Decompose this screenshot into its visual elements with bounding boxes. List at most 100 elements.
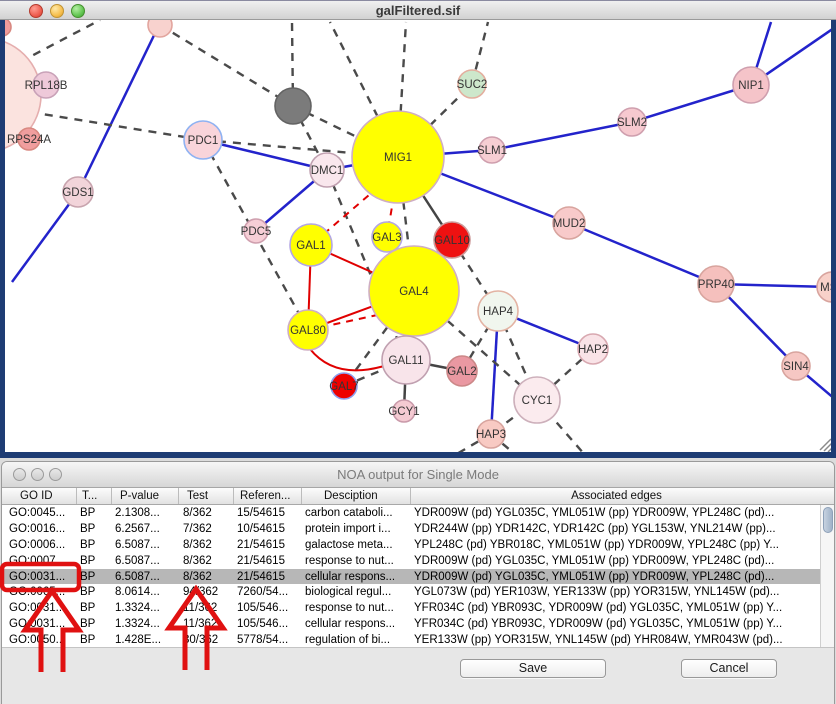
cell-description: response to nut...: [302, 602, 411, 614]
node-label: MSL: [820, 282, 831, 294]
cell-reference: 105/546...: [234, 602, 302, 614]
cell-go_id: GO:0065...: [2, 586, 77, 598]
node-label: PDC1: [188, 135, 219, 147]
graph-node[interactable]: [5, 20, 11, 36]
table-row[interactable]: GO:0007...BP6.5087...8/36221/54615respon…: [2, 553, 834, 569]
table-row[interactable]: GO:0065...BP8.0614...94/3627260/54...bio…: [2, 584, 834, 600]
node-label: GAL10: [434, 235, 470, 247]
cell-type: BP: [77, 571, 112, 583]
cell-p_value: 6.2567...: [112, 523, 179, 535]
cell-description: cellular respons...: [302, 618, 411, 630]
cell-edges: YDR244W (pp) YDR142C, YDR142C (pp) YGL15…: [411, 523, 822, 535]
cell-p_value: 6.5087...: [112, 571, 179, 583]
cell-p_value: 6.5087...: [112, 539, 179, 551]
graph-window: galFiltered.sif RPL18B RPS24A GDS1 PDC1 PDC5…: [0, 0, 836, 458]
cell-reference: 21/54615: [234, 555, 302, 567]
table-rows: GO:0045...BP2.1308...8/36215/54615carbon…: [2, 505, 834, 648]
cell-test: 7/362: [179, 523, 234, 535]
column-header-desciption[interactable]: Desciption: [302, 488, 411, 504]
table-row[interactable]: GO:0031...BP1.3324...11/362105/546...res…: [2, 600, 834, 616]
graph-window-titlebar[interactable]: galFiltered.sif: [0, 0, 836, 20]
cell-p_value: 6.5087...: [112, 555, 179, 567]
node-label: CYC1: [522, 395, 553, 407]
table-row-selected[interactable]: GO:0031...BP6.5087...8/36221/54615cellul…: [2, 569, 834, 585]
graph-edge: [310, 349, 384, 370]
network-canvas[interactable]: RPL18BRPS24AGDS1PDC1PDC5MIG1SUC2SLM1DMC1…: [0, 20, 836, 458]
cancel-button[interactable]: Cancel: [681, 659, 777, 678]
cell-edges: YDR009W (pd) YGL035C, YML051W (pp) YDR00…: [411, 507, 822, 519]
cell-type: BP: [77, 618, 112, 630]
graph-node[interactable]: [275, 88, 311, 124]
cell-description: protein import i...: [302, 523, 411, 535]
cell-test: 8/362: [179, 555, 234, 567]
node-label: GDS1: [62, 187, 93, 199]
cell-reference: 5778/54...: [234, 634, 302, 646]
table-row[interactable]: GO:0006...BP6.5087...8/36221/54615galact…: [2, 537, 834, 553]
column-header-referen[interactable]: Referen...: [234, 488, 302, 504]
node-label: RPL18B: [25, 80, 68, 92]
node-label: HAP4: [483, 306, 514, 318]
cell-go_id: GO:0045...: [2, 507, 77, 519]
vertical-scrollbar[interactable]: [820, 505, 834, 647]
cell-test: 8/362: [179, 571, 234, 583]
cell-reference: 21/54615: [234, 539, 302, 551]
network-graph: RPL18BRPS24AGDS1PDC1PDC5MIG1SUC2SLM1DMC1…: [5, 20, 831, 452]
cell-type: BP: [77, 634, 112, 646]
column-header-associatededges[interactable]: Associated edges: [411, 488, 822, 504]
table-row[interactable]: GO:0045...BP2.1308...8/36215/54615carbon…: [2, 505, 834, 521]
save-button[interactable]: Save: [460, 659, 606, 678]
node-label: GAL3: [372, 232, 401, 244]
results-table: GO:0045...BP2.1308...8/36215/54615carbon…: [2, 505, 834, 648]
node-label: PDC5: [241, 226, 272, 238]
table-row[interactable]: GO:0016...BP6.2567...7/36210/54615protei…: [2, 521, 834, 537]
cell-type: BP: [77, 507, 112, 519]
cell-edges: YDR009W (pd) YGL035C, YML051W (pp) YDR00…: [411, 571, 822, 583]
node-label: GAL11: [389, 355, 424, 367]
column-header-pvalue[interactable]: P-value: [112, 488, 179, 504]
cell-p_value: 8.0614...: [112, 586, 179, 598]
cell-edges: YGL073W (pd) YER103W, YER133W (pp) YOR31…: [411, 586, 822, 598]
cell-type: BP: [77, 539, 112, 551]
node-label: RPS24A: [7, 134, 51, 146]
scrollbar-thumb[interactable]: [823, 507, 833, 533]
cell-p_value: 1.3324...: [112, 602, 179, 614]
cell-description: biological regul...: [302, 586, 411, 598]
cell-description: carbon cataboli...: [302, 507, 411, 519]
table-row[interactable]: GO:0050...BP1.428E...80/3625778/54...reg…: [2, 632, 834, 648]
cell-go_id: GO:0031...: [2, 571, 77, 583]
node-label: DMC1: [311, 165, 344, 177]
column-header-goid[interactable]: GO ID: [2, 488, 77, 504]
cell-edges: YDR009W (pd) YGL035C, YML051W (pp) YDR00…: [411, 555, 822, 567]
graph-edge: [12, 192, 78, 282]
node-label: GAL4: [399, 286, 429, 298]
cell-type: BP: [77, 555, 112, 567]
column-header-t[interactable]: T...: [77, 488, 112, 504]
cell-go_id: GO:0007...: [2, 555, 77, 567]
graph-node[interactable]: [148, 20, 172, 37]
noa-window-titlebar[interactable]: NOA output for Single Mode: [2, 462, 834, 488]
cell-p_value: 1.3324...: [112, 618, 179, 630]
graph-window-title: galFiltered.sif: [0, 3, 836, 18]
graph-edge: [492, 122, 632, 150]
cell-test: 80/362: [179, 634, 234, 646]
cell-go_id: GO:0031...: [2, 618, 77, 630]
graph-edge: [78, 23, 160, 192]
table-row[interactable]: GO:0031...BP1.3324...11/362105/546...cel…: [2, 616, 834, 632]
node-label: GAL80: [290, 325, 326, 337]
resize-grip-icon[interactable]: [820, 439, 831, 452]
node-label: HAP3: [476, 429, 506, 441]
column-header-test[interactable]: Test: [179, 488, 234, 504]
graph-edge: [30, 112, 203, 140]
graph-edge: [20, 20, 100, 62]
node-label: NIP1: [738, 80, 764, 92]
cell-reference: 21/54615: [234, 571, 302, 583]
cell-description: regulation of bi...: [302, 634, 411, 646]
cell-description: cellular respons...: [302, 571, 411, 583]
node-label: SIN4: [783, 361, 809, 373]
cell-go_id: GO:0006...: [2, 539, 77, 551]
cell-reference: 10/54615: [234, 523, 302, 535]
cell-description: galactose meta...: [302, 539, 411, 551]
cell-type: BP: [77, 523, 112, 535]
table-header-row: GO IDT...P-valueTestReferen...Desciption…: [2, 488, 834, 505]
node-label: SLM1: [477, 145, 507, 157]
